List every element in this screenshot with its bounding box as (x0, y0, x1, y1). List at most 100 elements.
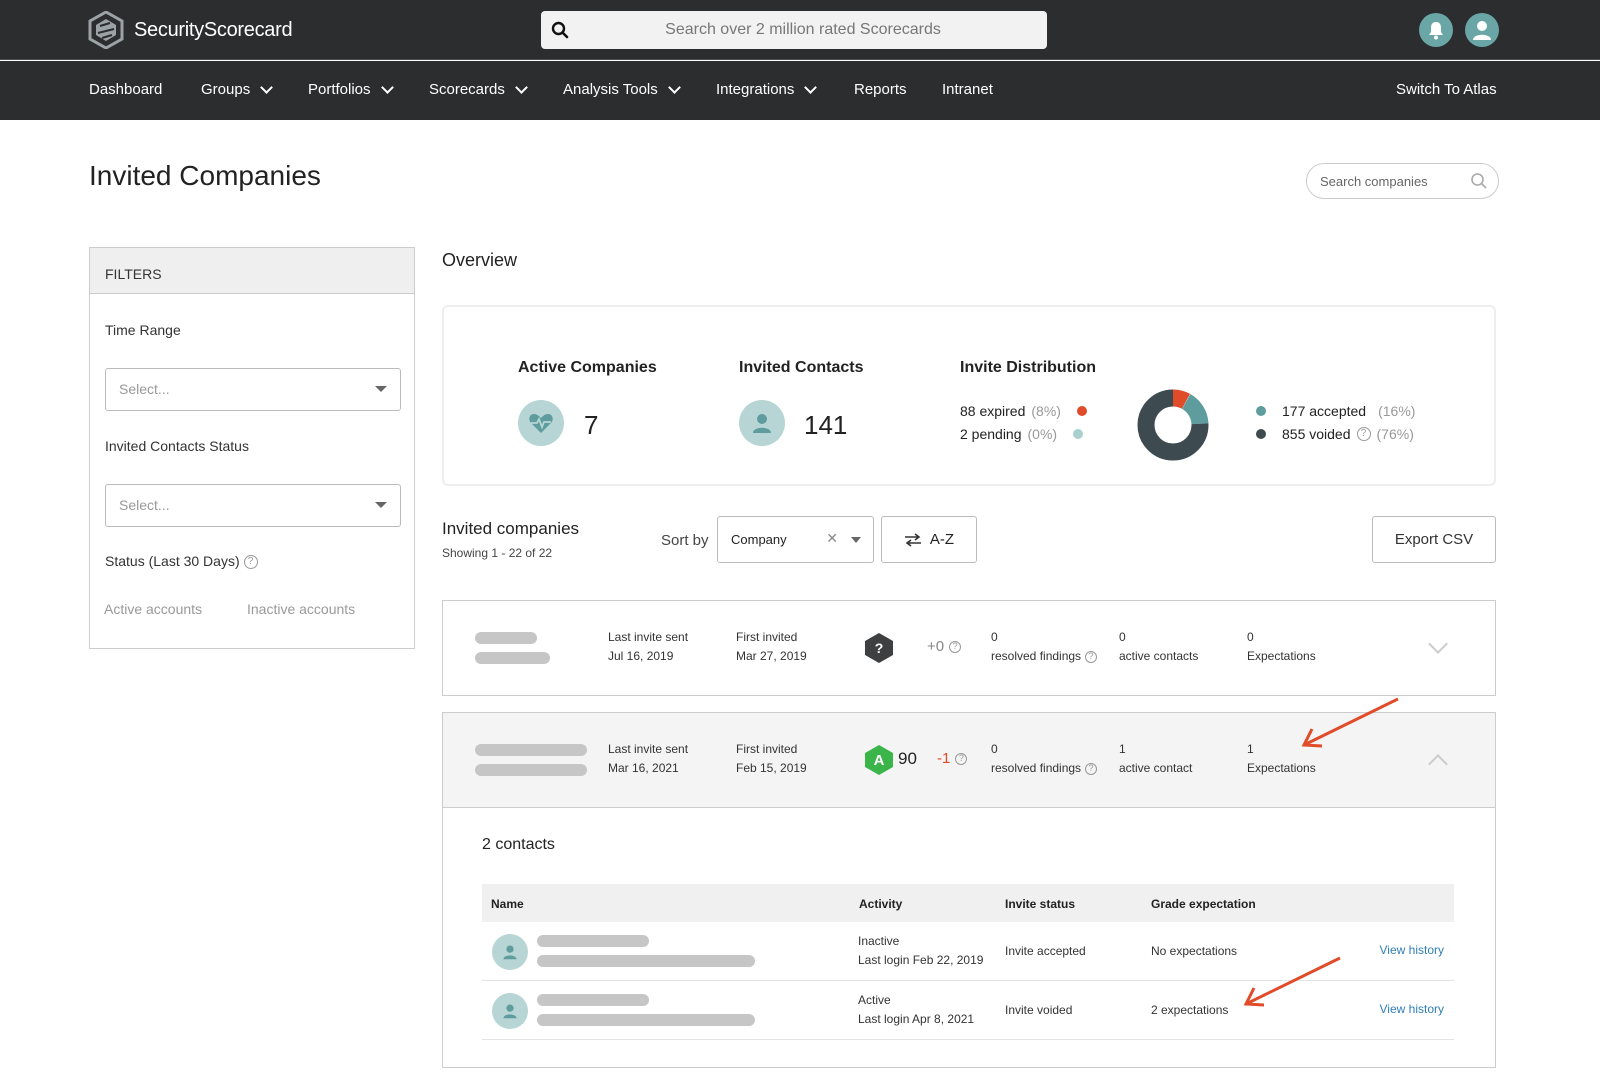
last-login: Last login Feb 22, 2019 (858, 953, 984, 967)
resolved-value: 0 (991, 630, 998, 644)
nav-groups[interactable]: Groups (201, 80, 274, 98)
logo[interactable]: SecurityScorecard (88, 11, 293, 49)
global-search-input[interactable]: Search over 2 million rated Scorecards (541, 11, 1047, 49)
annotation-arrow (1301, 697, 1399, 748)
expectations-label: Expectations (1247, 761, 1316, 775)
column-grade-expectation[interactable]: Grade expectation (1151, 897, 1256, 911)
time-range-placeholder: Select... (119, 381, 170, 397)
nav-label: Dashboard (89, 81, 163, 98)
nav-label: Integrations (716, 81, 795, 98)
clear-icon[interactable]: ✕ (826, 530, 838, 547)
chevron-down-icon[interactable] (1428, 634, 1448, 654)
distribution-pct: (16%) (1378, 403, 1416, 419)
caret-down-icon (851, 537, 861, 543)
nav-portfolios[interactable]: Portfolios (308, 80, 394, 98)
inactive-accounts-link[interactable]: Inactive accounts (247, 601, 355, 617)
activity-status: Active (858, 993, 891, 1007)
grade-letter: A (873, 751, 885, 769)
help-icon[interactable]: ? (243, 555, 258, 570)
invited-companies-title: Invited companies (442, 519, 580, 538)
score-delta: +0 ? (927, 638, 962, 655)
activity-cell: Active Last login Apr 8, 2021 (858, 991, 974, 1029)
expectations: 0 Expectations (1247, 628, 1316, 666)
delta-value: -1 (937, 750, 951, 767)
chevron-down-icon (380, 80, 394, 94)
nav-label: Reports (854, 81, 907, 98)
first-invited-label: First invited (736, 742, 798, 756)
company-row[interactable]: Last invite sent Jul 16, 2019 First invi… (442, 600, 1496, 696)
contacts-label: active contacts (1119, 649, 1199, 663)
help-icon[interactable]: ? (1085, 762, 1098, 775)
company-search-input[interactable]: Search companies (1306, 163, 1499, 199)
expired-dot (1076, 406, 1087, 416)
sort-value: Company (731, 532, 787, 547)
nav-label: Analysis Tools (563, 81, 658, 98)
column-activity[interactable]: Activity (859, 897, 902, 911)
score-value: 90 (898, 749, 917, 768)
export-csv-button[interactable]: Export CSV (1372, 516, 1496, 563)
chevron-down-icon (804, 80, 818, 94)
nav-reports[interactable]: Reports (854, 81, 907, 98)
swap-arrows-icon (904, 532, 921, 547)
company-domain-placeholder (475, 764, 587, 776)
nav-analysis-tools[interactable]: Analysis Tools (563, 80, 681, 98)
main-nav: Dashboard Groups Portfolios Scorecards A… (0, 61, 1600, 120)
distribution-text: 2 pending (960, 426, 1022, 442)
first-invited-info: First invited Mar 27, 2019 (736, 628, 807, 666)
switch-to-atlas-link[interactable]: Switch To Atlas (1396, 81, 1497, 98)
help-icon[interactable]: ? (1085, 650, 1098, 663)
notifications-button[interactable] (1419, 13, 1453, 47)
filters-panel: FILTERS Time Range Select... Invited Con… (89, 247, 415, 649)
contact-name-placeholder (537, 935, 649, 947)
distribution-accepted: 177 accepted (16%) (1256, 403, 1415, 419)
column-invite-status[interactable]: Invite status (1005, 897, 1075, 911)
help-icon[interactable]: ? (955, 752, 968, 765)
bell-icon (1429, 22, 1443, 40)
distribution-text: 88 expired (960, 403, 1026, 419)
contacts-status-placeholder: Select... (119, 497, 170, 513)
user-icon (503, 1004, 517, 1019)
company-name-placeholder (475, 632, 537, 644)
active-accounts-link[interactable]: Active accounts (104, 601, 202, 617)
nav-scorecards[interactable]: Scorecards (429, 80, 528, 98)
distribution-pct: (76%) (1376, 426, 1414, 442)
chevron-down-icon (515, 80, 528, 94)
contacts-table-header: Name Activity Invite status Grade expect… (482, 884, 1454, 922)
view-history-link[interactable]: View history (1380, 1002, 1444, 1016)
view-history-link[interactable]: View history (1380, 943, 1444, 957)
column-name[interactable]: Name (491, 897, 524, 911)
app-name: SecurityScorecard (134, 18, 293, 41)
distribution-pending: 2 pending (0%) (960, 426, 1084, 442)
voided-dot (1256, 429, 1266, 439)
contact-name-placeholder (537, 994, 649, 1006)
distribution-pct: (0%) (1027, 426, 1058, 442)
search-icon (1470, 172, 1488, 193)
last-login: Last login Apr 8, 2021 (858, 1012, 975, 1026)
time-range-select[interactable]: Select... (105, 368, 401, 411)
last-invite-date: Mar 16, 2021 (608, 761, 679, 775)
distribution-pct: (8%) (1031, 403, 1061, 419)
nav-dashboard[interactable]: Dashboard (89, 81, 162, 98)
sort-order-button[interactable]: A-Z (881, 516, 977, 563)
invite-status-cell: Invite accepted (1005, 944, 1086, 958)
invite-distribution-label: Invite Distribution (960, 359, 1096, 376)
contacts-status-select[interactable]: Select... (105, 484, 401, 527)
heartbeat-icon (518, 400, 564, 446)
chevron-up-icon[interactable] (1428, 754, 1448, 774)
company-name-placeholder (475, 744, 587, 756)
nav-integrations[interactable]: Integrations (716, 80, 818, 98)
page-title: Invited Companies (89, 160, 321, 191)
user-menu-button[interactable] (1465, 13, 1499, 47)
grade-badge: A (865, 745, 893, 775)
nav-label: Intranet (942, 81, 993, 98)
last-invite-info: Last invite sent Mar 16, 2021 (608, 740, 688, 778)
nav-label: Portfolios (308, 81, 371, 98)
expectations-value: 0 (1247, 630, 1254, 644)
sort-select[interactable]: Company ✕ (717, 516, 874, 563)
help-icon[interactable]: ? (1356, 427, 1371, 441)
nav-intranet[interactable]: Intranet (942, 81, 993, 98)
contact-email-placeholder (537, 955, 755, 967)
help-icon[interactable]: ? (949, 640, 962, 653)
activity-status: Inactive (858, 934, 900, 948)
distribution-text: 855 voided (1282, 426, 1351, 442)
